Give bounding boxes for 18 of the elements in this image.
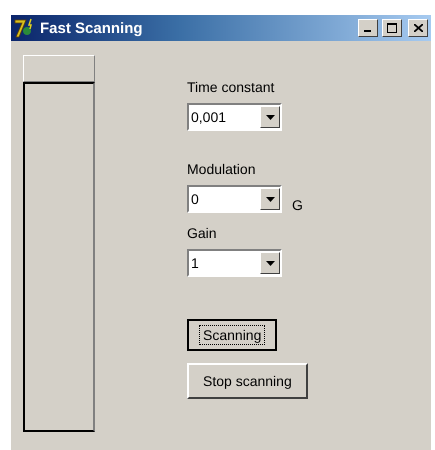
dropdown-field[interactable]: 1 <box>187 249 282 277</box>
stop-scanning-button[interactable]: Stop scanning <box>187 363 308 399</box>
minimize-button[interactable] <box>358 19 378 37</box>
dropdown-arrow-icon <box>266 114 274 120</box>
dropdown-field[interactable]: 0 <box>187 185 282 213</box>
maximize-icon <box>387 23 397 33</box>
unit-label: G <box>292 197 303 213</box>
maximize-button[interactable] <box>382 19 402 37</box>
field-label: Gain <box>187 225 218 241</box>
dropdown-arrow-icon <box>266 196 274 202</box>
dropdown-field[interactable]: 0,001 <box>187 103 282 131</box>
scanning-button[interactable]: Scanning <box>187 319 278 351</box>
close-button[interactable] <box>408 19 428 37</box>
close-icon <box>414 24 422 32</box>
field-label: Modulation <box>187 161 256 177</box>
field-label: Time constant <box>187 79 276 95</box>
dropdown-arrow-icon <box>266 260 274 266</box>
window-title: Fast Scanning <box>40 20 144 36</box>
